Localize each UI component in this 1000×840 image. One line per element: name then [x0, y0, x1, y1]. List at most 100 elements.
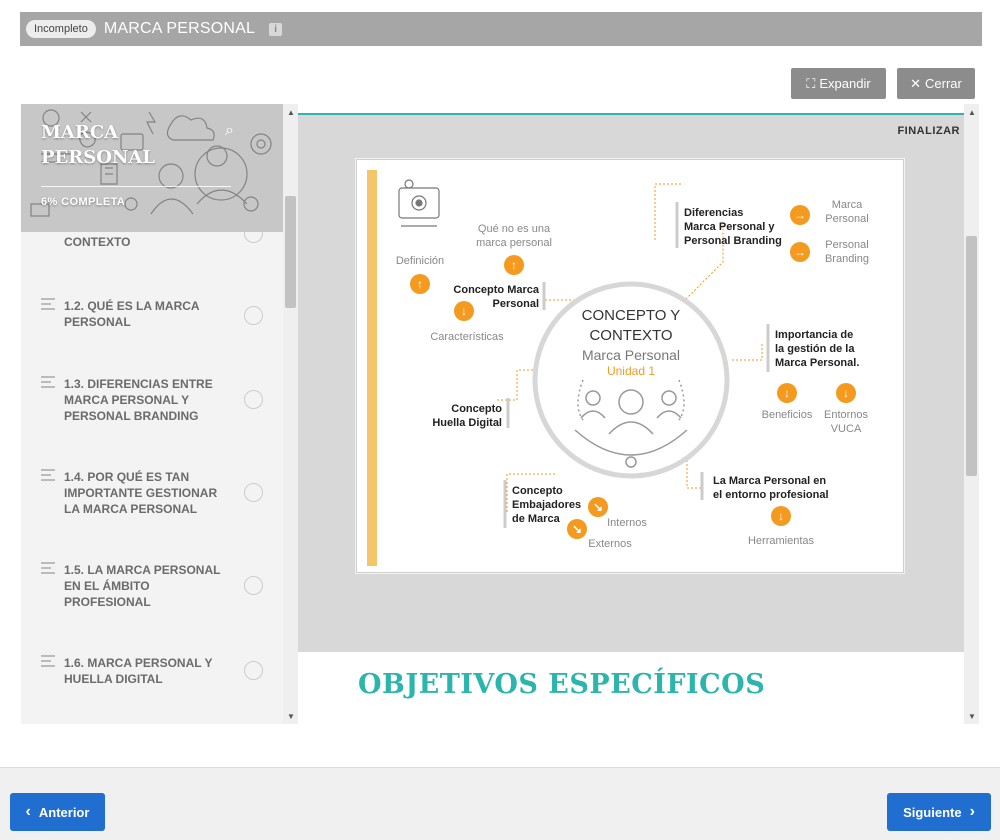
sidebar-item-label: 1.2. QUÉ ES LA MARCA PERSONAL [64, 299, 200, 329]
expand-label: Expandir [819, 76, 871, 91]
entorno-prof-1: La Marca Personal en [713, 475, 826, 487]
completion-circle-icon [244, 306, 263, 325]
sidebar-item-1-4[interactable]: 1.4. POR QUÉ ES TAN IMPORTANTE GESTIONAR… [21, 467, 283, 519]
lesson-viewer: FINALIZAR CONCEPTO Y CONTEXTO Marca Pers… [298, 113, 964, 725]
close-label: Cerrar [925, 76, 962, 91]
next-label: Siguiente [903, 804, 962, 820]
importancia-1: Importancia de [775, 329, 853, 341]
course-title: MARCA PERSONAL [103, 20, 256, 37]
list-lines-icon [41, 562, 55, 577]
finalize-link[interactable]: FINALIZAR [897, 125, 960, 137]
diferencias-3: Personal Branding [684, 235, 782, 247]
concepto-mp-1: Concepto Marca [453, 284, 539, 296]
completion-circle-icon [244, 661, 263, 680]
previous-button[interactable]: ‹ Anterior [10, 793, 105, 831]
svg-text:↓: ↓ [843, 386, 849, 400]
scroll-up-icon[interactable]: ▲ [287, 108, 295, 117]
entorno-prof-2: el entorno profesional [713, 489, 829, 501]
svg-text:→: → [794, 208, 806, 222]
completion-circle-icon [244, 390, 263, 409]
beneficios-label: Beneficios [762, 409, 813, 421]
list-lines-icon [41, 298, 55, 313]
huella-2: Huella Digital [432, 417, 502, 429]
que-no-label-2: marca personal [476, 237, 552, 249]
eye-gear-icon [398, 179, 440, 227]
center-unit: Unidad 1 [607, 364, 655, 378]
que-no-label-1: Qué no es una [478, 223, 551, 235]
center-subtitle: Marca Personal [582, 347, 680, 363]
sidebar-header: MARCA PERSONAL ⌕ 6% COMPLETA [21, 104, 283, 232]
progress-label: 6% COMPLETA [41, 196, 126, 208]
center-title-1: CONCEPTO Y [582, 307, 681, 324]
sidebar-course-title: MARCA PERSONAL [41, 122, 155, 168]
close-button[interactable]: ✕ Cerrar [897, 68, 975, 99]
externos-label: Externos [588, 538, 632, 550]
content-card: Incompleto MARCA PERSONAL i ⛶ Expandir ✕… [0, 0, 1000, 768]
center-title-2: CONTEXTO [589, 327, 672, 344]
embajadores-2: Embajadores [512, 499, 581, 511]
sidebar-divider [41, 186, 231, 187]
importancia-3: Marca Personal. [775, 357, 859, 369]
lesson-sidebar: CONTEXTO 1.2. QUÉ ES LA MARCA PERSONAL 1… [21, 104, 283, 724]
slide-accent-bar [367, 170, 377, 566]
scroll-down-icon[interactable]: ▼ [287, 712, 295, 721]
sidebar-item-label: 1.4. POR QUÉ ES TAN IMPORTANTE GESTIONAR… [64, 470, 218, 516]
section-heading: OBJETIVOS ESPECÍFICOS [358, 669, 766, 700]
embajadores-3: de Marca [512, 513, 561, 525]
svg-text:→: → [794, 245, 806, 259]
sidebar-item-label: 1.5. LA MARCA PERSONAL EN EL ÁMBITO PROF… [64, 563, 221, 609]
diferencias-2: Marca Personal y [684, 221, 775, 233]
previous-label: Anterior [38, 804, 90, 820]
sidebar-item-1-2[interactable]: 1.2. QUÉ ES LA MARCA PERSONAL [21, 296, 283, 336]
herramientas-label: Herramientas [748, 535, 815, 547]
concept-map-diagram: CONCEPTO Y CONTEXTO Marca Personal Unida… [367, 170, 869, 566]
sidebar-item-1-6[interactable]: 1.6. MARCA PERSONAL Y HUELLA DIGITAL [21, 653, 283, 693]
viewer-scroll-up-icon[interactable]: ▲ [968, 108, 976, 117]
search-icon[interactable]: ⌕ [225, 122, 234, 140]
internos-label: Internos [607, 517, 647, 529]
info-icon[interactable]: i [269, 22, 283, 36]
viewer-scrollbar-thumb[interactable] [966, 236, 977, 476]
status-badge: Incompleto [26, 20, 96, 38]
sidebar-scrollbar-thumb[interactable] [285, 196, 296, 308]
embajadores-1: Concepto [512, 485, 563, 497]
course-titlebar: Incompleto MARCA PERSONAL i [20, 12, 982, 46]
list-lines-icon [41, 469, 55, 484]
branding-label-2: Branding [825, 253, 869, 265]
svg-text:↘: ↘ [593, 500, 603, 514]
chevron-left-icon: ‹ [25, 803, 31, 820]
completion-circle-icon [244, 483, 263, 502]
sidebar-item-label: 1.6. MARCA PERSONAL Y HUELLA DIGITAL [64, 656, 213, 686]
sidebar-item-1-5[interactable]: 1.5. LA MARCA PERSONAL EN EL ÁMBITO PROF… [21, 560, 283, 612]
close-icon: ✕ [910, 75, 922, 91]
completion-circle-icon [244, 576, 263, 595]
entornos-label-1: Entornos [824, 409, 869, 421]
marca-label-2: Personal [825, 213, 868, 225]
concepto-mp-2: Personal [493, 298, 539, 310]
diferencias-1: Diferencias [684, 207, 743, 219]
branding-label-1: Personal [825, 239, 868, 251]
svg-text:↘: ↘ [572, 522, 582, 536]
huella-1: Concepto [451, 403, 502, 415]
svg-text:↓: ↓ [784, 386, 790, 400]
sidebar-item-1-3[interactable]: 1.3. DIFERENCIAS ENTRE MARCA PERSONAL Y … [21, 374, 283, 426]
expand-button[interactable]: ⛶ Expandir [791, 68, 886, 99]
marca-label-1: Marca [832, 199, 863, 211]
next-button[interactable]: Siguiente › [887, 793, 991, 831]
svg-text:↑: ↑ [417, 277, 423, 291]
caracteristicas-label: Características [430, 331, 504, 343]
concept-map-slide: CONCEPTO Y CONTEXTO Marca Personal Unida… [356, 159, 904, 573]
expand-icon: ⛶ [806, 75, 816, 91]
entornos-label-2: VUCA [831, 423, 862, 435]
list-lines-icon [41, 655, 55, 670]
viewer-scroll-down-icon[interactable]: ▼ [968, 712, 976, 721]
sidebar-item-label: 1.3. DIFERENCIAS ENTRE MARCA PERSONAL Y … [64, 377, 213, 423]
svg-text:↑: ↑ [511, 258, 517, 272]
importancia-2: la gestión de la [775, 343, 855, 355]
svg-text:↓: ↓ [778, 509, 784, 523]
chevron-right-icon: › [969, 803, 975, 820]
svg-text:↓: ↓ [461, 304, 467, 318]
definicion-label: Definición [396, 255, 444, 267]
list-lines-icon [41, 376, 55, 391]
sidebar-item-partial-label[interactable]: CONTEXTO [64, 234, 229, 250]
